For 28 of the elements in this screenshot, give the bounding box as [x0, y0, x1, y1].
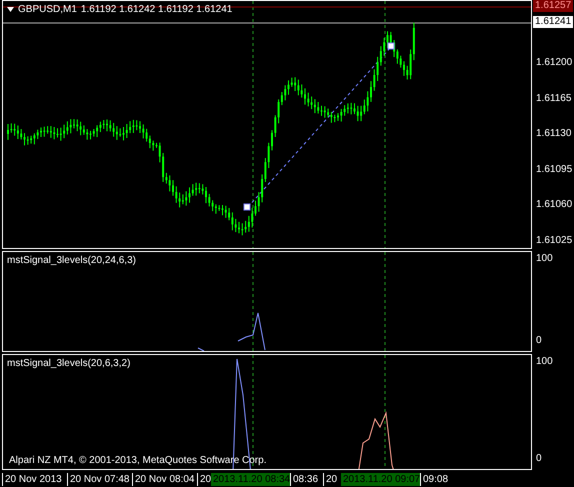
- price-tick: 1.61025: [536, 234, 572, 246]
- indicator-line: [358, 411, 396, 469]
- time-label: 20 Nov 08:04: [132, 473, 197, 486]
- bid-price-label: 1.61241: [533, 16, 574, 28]
- crosshair-time-label: 2013.11.20 08:34: [211, 473, 290, 486]
- price-tick: 1.61130: [536, 128, 572, 139]
- axis-label: 0: [536, 335, 542, 346]
- time-label: 20 Nov 07:48: [67, 473, 132, 486]
- price-tick: 1.61060: [536, 199, 572, 210]
- time-label: 20 Nov 2013: [2, 473, 67, 486]
- axis-label: 100: [536, 356, 553, 367]
- ohlc-values: 1.61192 1.61242 1.61192 1.61241: [80, 4, 232, 15]
- price-tick: 1.61095: [536, 164, 572, 174]
- ask-price-label: 1.61257: [533, 0, 574, 12]
- time-label: 09:08: [420, 473, 460, 486]
- axis-label: 0: [536, 453, 542, 464]
- time-label: 08:36: [290, 473, 323, 486]
- price-tick: 1.61165: [536, 92, 572, 104]
- indicator-name: mstSignal_3levels(20,6,3,2): [7, 358, 130, 369]
- crosshair-time-label: 2013.11.20 09:07: [341, 473, 420, 486]
- symbol-label: GBPUSD,M1: [18, 4, 77, 15]
- axis-label: 100: [536, 253, 553, 264]
- dropdown-triangle-icon[interactable]: [7, 7, 14, 12]
- marker-icon: [244, 204, 250, 210]
- indicator-name: mstSignal_3levels(20,24,6,3): [7, 255, 136, 266]
- marker-icon: [388, 42, 394, 50]
- indicator-line-drawing: [198, 312, 266, 351]
- price-tick: 1.61200: [536, 57, 572, 68]
